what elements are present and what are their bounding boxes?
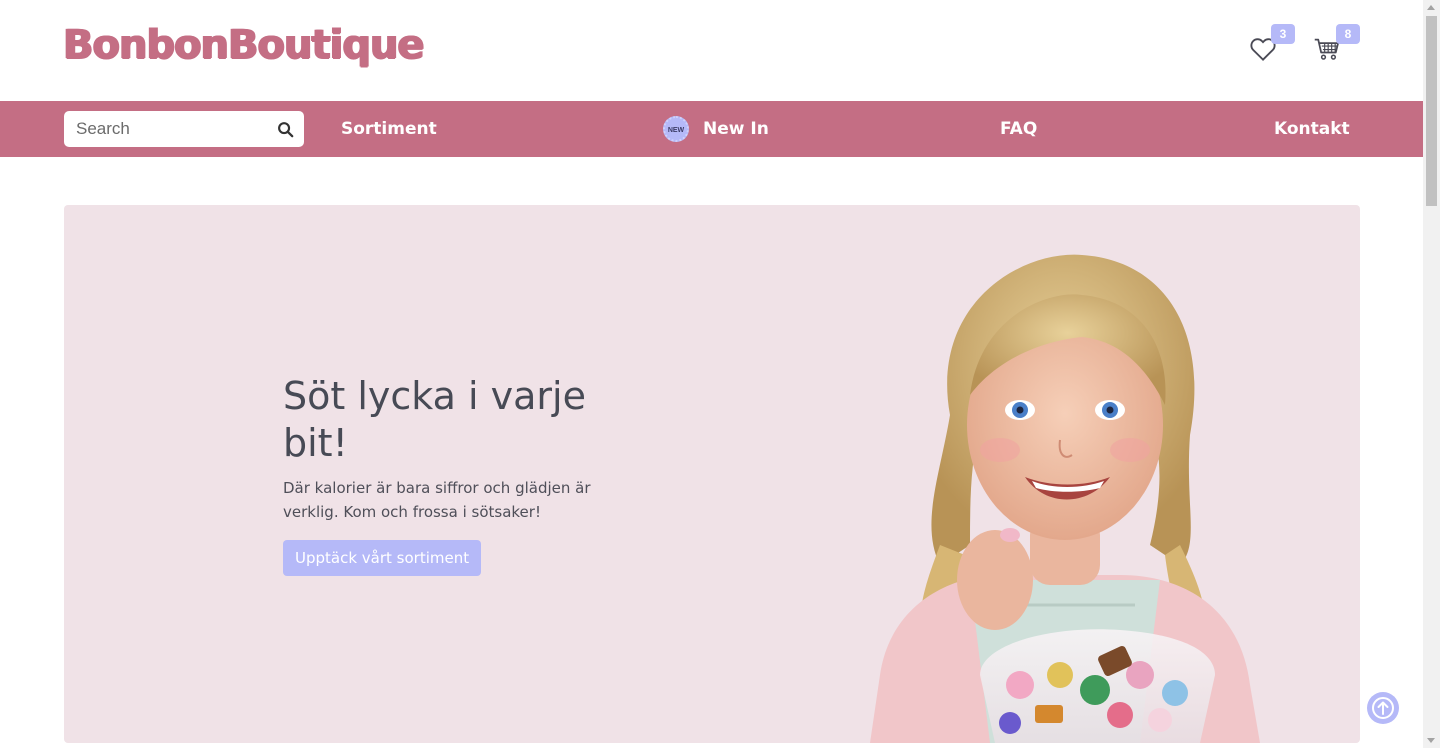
back-to-top-button[interactable]	[1367, 692, 1399, 724]
site-header: BonbonBoutique 3 8	[0, 0, 1423, 101]
hero-banner: Söt lycka i varje bit! Där kalorier är b…	[64, 205, 1360, 743]
hero-title: Söt lycka i varje bit!	[283, 374, 586, 465]
nav-link-sortiment[interactable]: Sortiment	[341, 101, 437, 157]
search-input[interactable]	[64, 111, 274, 147]
main-nav: Sortiment NEW New In FAQ Kontakt	[0, 101, 1423, 157]
arrow-up-icon	[1372, 697, 1394, 719]
site-logo[interactable]: BonbonBoutique	[63, 22, 425, 68]
wishlist-count-badge: 3	[1271, 24, 1295, 44]
scroll-up-arrow-icon[interactable]	[1427, 5, 1435, 10]
search-box	[64, 111, 304, 147]
search-icon[interactable]	[277, 121, 294, 138]
scroll-down-arrow-icon[interactable]	[1427, 738, 1435, 743]
wishlist-button[interactable]: 3	[1248, 24, 1295, 68]
scrollbar-thumb[interactable]	[1426, 16, 1437, 206]
page-scrollbar[interactable]	[1423, 0, 1440, 748]
hero-girl-with-candy-image	[870, 254, 1260, 743]
new-in-badge: NEW	[663, 116, 689, 142]
nav-link-faq[interactable]: FAQ	[1000, 101, 1037, 157]
cart-button[interactable]: 8	[1313, 24, 1360, 68]
nav-link-new-in[interactable]: New In	[703, 101, 769, 157]
cart-count-badge: 8	[1336, 24, 1360, 44]
nav-link-kontakt[interactable]: Kontakt	[1274, 101, 1350, 157]
hero-subtitle: Där kalorier är bara siffror och glädjen…	[283, 479, 591, 521]
discover-assortment-button[interactable]: Upptäck vårt sortiment	[283, 540, 482, 576]
